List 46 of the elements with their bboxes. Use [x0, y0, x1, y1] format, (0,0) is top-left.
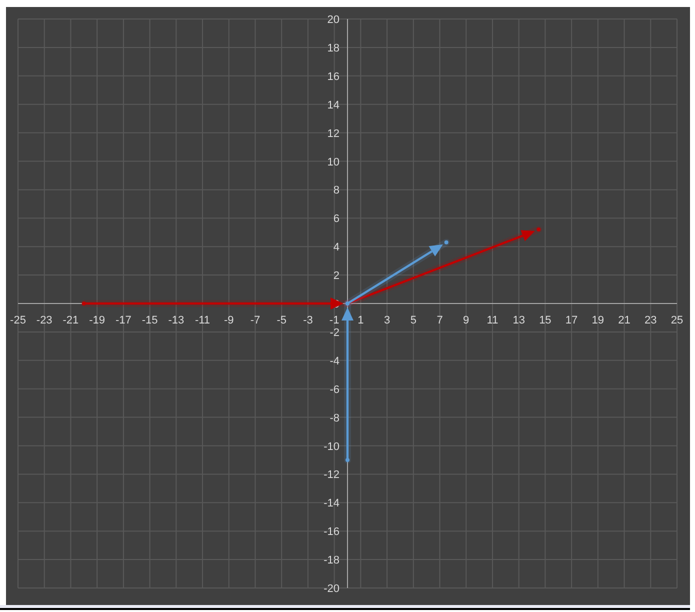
x-axis-label: 3	[384, 314, 390, 326]
x-axis-label: 7	[436, 314, 443, 326]
y-axis-label: -8	[330, 412, 340, 424]
x-axis-label: -9	[224, 314, 234, 326]
y-axis-label: -18	[324, 554, 340, 567]
y-axis-label: 12	[327, 128, 340, 140]
x-axis-label: -7	[250, 314, 260, 326]
y-axis-label: -16	[324, 526, 340, 538]
y-axis-label: -2	[330, 326, 340, 339]
y-axis-label: -12	[324, 469, 340, 482]
x-axis-label: 13	[512, 314, 525, 326]
x-axis-label: 23	[644, 314, 657, 326]
x-axis-label: 5	[410, 314, 416, 326]
x-axis-label: -15	[142, 314, 158, 326]
y-axis-label: -20	[324, 583, 340, 595]
y-axis-label: -6	[330, 384, 340, 396]
x-axis-label: 15	[539, 314, 552, 326]
y-axis-label: 14	[327, 99, 340, 112]
x-axis-label: 11	[486, 314, 498, 326]
x-axis-label: 1	[358, 314, 364, 326]
x-axis-label: -5	[276, 314, 286, 326]
x-axis-label: -19	[89, 314, 106, 326]
y-axis-label: -4	[330, 355, 340, 368]
y-axis-label: 16	[327, 70, 340, 83]
y-axis-label: -14	[324, 498, 340, 510]
y-axis-label: 8	[333, 184, 340, 197]
x-axis-label: 17	[565, 314, 578, 326]
y-axis-label: 20	[327, 14, 340, 26]
x-axis-label: -11	[194, 314, 210, 326]
x-axis-label: 19	[592, 314, 604, 326]
x-axis-label: -3	[303, 314, 313, 326]
x-axis-label: -1	[329, 314, 340, 326]
y-axis-label: -10	[324, 440, 340, 453]
y-axis-label: 10	[327, 156, 340, 168]
x-axis-label: 21	[618, 314, 630, 326]
x-axis-label: -17	[115, 314, 132, 326]
x-axis-label: -25	[10, 314, 26, 326]
x-axis-label: 25	[670, 314, 684, 326]
y-axis-label: 4	[333, 242, 340, 254]
x-axis-label: -21	[62, 314, 79, 326]
y-axis-label: 18	[327, 42, 340, 54]
x-axis-label: 9	[463, 314, 470, 326]
x-axis-label: -23	[36, 314, 52, 326]
x-axis-label: -13	[168, 314, 184, 326]
y-axis-label: 2	[333, 270, 340, 282]
y-axis-label: 6	[333, 213, 340, 226]
